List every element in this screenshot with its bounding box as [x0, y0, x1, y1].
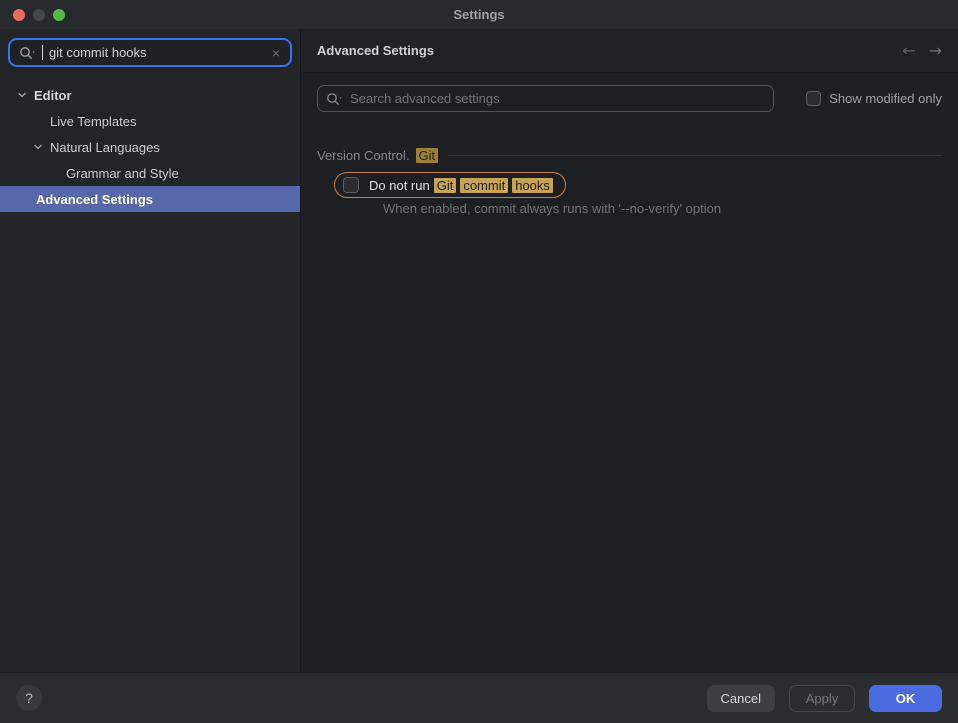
tree-item-editor[interactable]: Editor: [0, 82, 300, 108]
back-arrow-icon[interactable]: ←: [902, 43, 915, 59]
search-match-ring[interactable]: Do not run Git commit hooks: [334, 172, 566, 198]
titlebar: Settings: [0, 0, 958, 29]
section-divider: [448, 155, 942, 156]
search-icon[interactable]: [326, 92, 344, 106]
tree-item-label: Advanced Settings: [36, 192, 153, 207]
checkbox-icon[interactable]: [343, 177, 359, 193]
tree-item-grammar-and-style[interactable]: Grammar and Style: [0, 160, 300, 186]
content-panel: Advanced Settings ← →: [301, 29, 958, 672]
tree-item-label: Live Templates: [50, 114, 136, 129]
option-do-not-run-git-commit-hooks: Do not run Git commit hooks When enabled…: [334, 172, 942, 216]
tree-item-advanced-settings[interactable]: Advanced Settings: [0, 186, 300, 212]
tree-item-live-templates[interactable]: Live Templates: [0, 108, 300, 134]
search-placeholder: Search advanced settings: [350, 91, 500, 106]
clear-search-icon[interactable]: ×: [270, 46, 282, 60]
settings-sidebar: git commit hooks × Editor Live Templates: [0, 29, 301, 672]
window-title: Settings: [0, 7, 958, 22]
cancel-button[interactable]: Cancel: [707, 685, 775, 712]
section-label: Version Control.: [317, 148, 410, 163]
match-token: hooks: [512, 178, 553, 193]
tree-item-label: Grammar and Style: [66, 166, 179, 181]
page-title: Advanced Settings: [317, 43, 434, 58]
chevron-down-icon[interactable]: [16, 89, 28, 101]
search-query-text: git commit hooks: [49, 45, 265, 60]
search-icon[interactable]: [19, 46, 37, 60]
ok-button[interactable]: OK: [869, 685, 942, 712]
help-button[interactable]: ?: [16, 685, 42, 711]
advanced-search-input[interactable]: Search advanced settings: [317, 85, 774, 112]
apply-button: Apply: [789, 685, 855, 712]
settings-tree: Editor Live Templates Natural Languages …: [0, 82, 300, 212]
option-label: Do not run Git commit hooks: [369, 178, 553, 193]
question-mark-icon: ?: [25, 690, 33, 706]
section-version-control-git: Version Control. Git: [317, 148, 942, 163]
section-match-token: Git: [416, 148, 439, 163]
show-modified-only-checkbox[interactable]: Show modified only: [806, 91, 942, 106]
chevron-down-icon[interactable]: [32, 141, 44, 153]
tree-item-label: Editor: [34, 88, 72, 103]
text-caret: [42, 45, 43, 60]
settings-window: Settings git commit hooks ×: [0, 0, 958, 723]
option-label-prefix: Do not run: [369, 178, 430, 193]
tree-item-label: Natural Languages: [50, 140, 160, 155]
checkbox-label: Show modified only: [829, 91, 942, 106]
settings-search-input[interactable]: git commit hooks ×: [8, 38, 292, 67]
option-description: When enabled, commit always runs with '-…: [383, 201, 942, 216]
footer-bar: ? Cancel Apply OK: [0, 672, 958, 723]
checkbox-icon[interactable]: [806, 91, 821, 106]
tree-item-natural-languages[interactable]: Natural Languages: [0, 134, 300, 160]
match-token: commit: [460, 178, 508, 193]
content-header: Advanced Settings ← →: [301, 29, 958, 73]
forward-arrow-icon[interactable]: →: [929, 43, 942, 59]
match-token: Git: [434, 178, 457, 193]
